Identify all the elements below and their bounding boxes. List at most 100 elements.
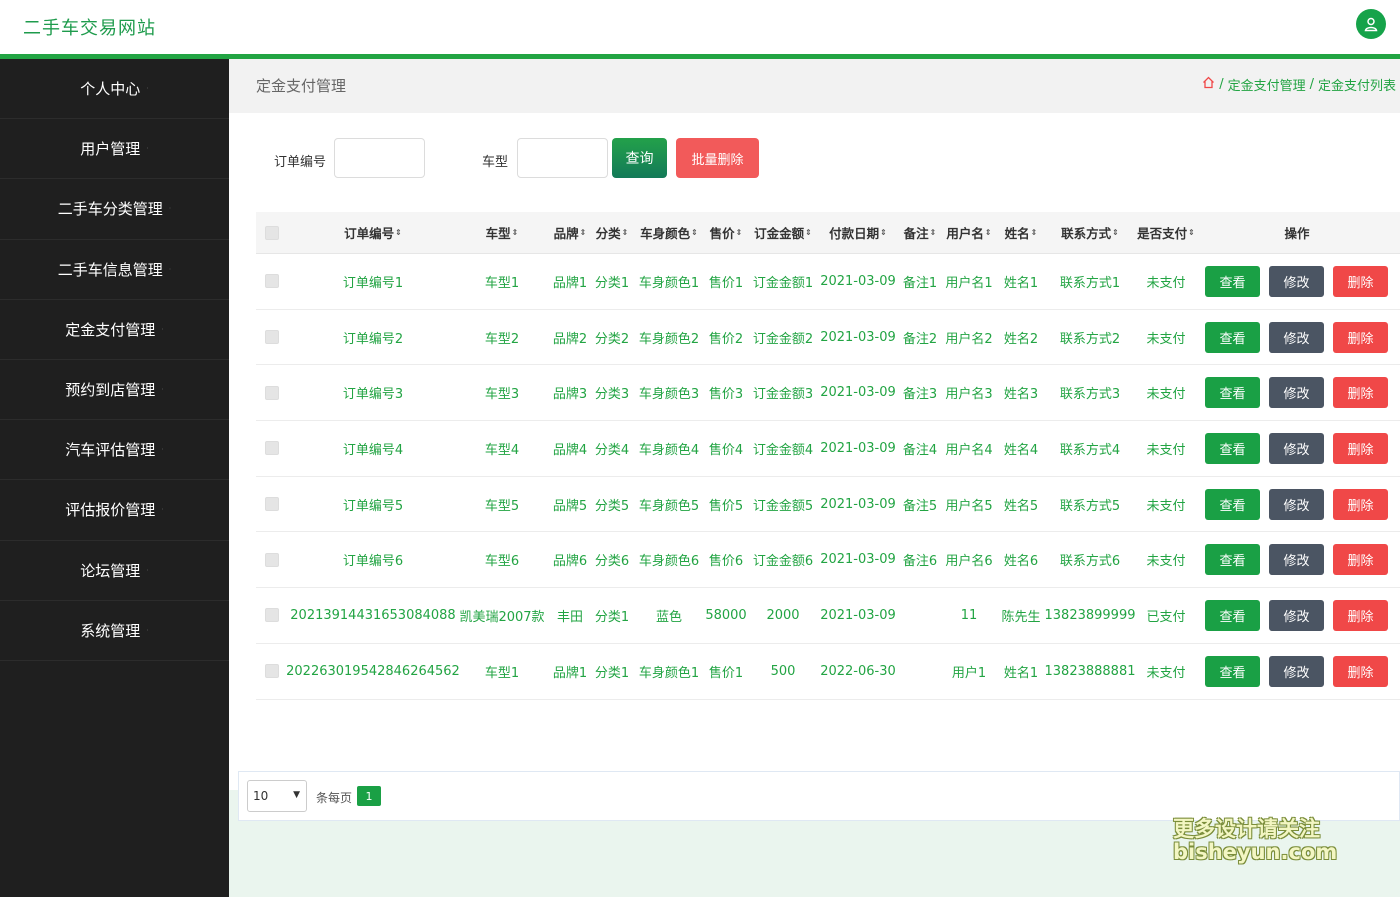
delete-button[interactable]: 删除 bbox=[1333, 600, 1388, 632]
row-checkbox[interactable] bbox=[265, 608, 279, 623]
view-button[interactable]: 查看 bbox=[1205, 433, 1260, 465]
row-checkbox[interactable] bbox=[265, 552, 279, 567]
row-checkbox[interactable] bbox=[265, 385, 279, 400]
table-cell: 车身颜色2 bbox=[638, 331, 700, 347]
sort-icon[interactable]: ⇕ bbox=[691, 228, 698, 237]
table-cell: 2021-03-09 bbox=[820, 273, 896, 289]
breadcrumb-separator: / bbox=[1219, 77, 1224, 92]
table-cell: 分类1 bbox=[594, 275, 630, 291]
user-avatar-icon[interactable] bbox=[1356, 9, 1386, 39]
sidebar-item[interactable]: 评估报价管理 · bbox=[0, 480, 229, 541]
car-model-input[interactable] bbox=[517, 138, 608, 178]
edit-button[interactable]: 修改 bbox=[1269, 544, 1324, 576]
delete-button[interactable]: 删除 bbox=[1333, 655, 1388, 687]
sort-icon[interactable]: ⇕ bbox=[736, 228, 743, 237]
view-button[interactable]: 查看 bbox=[1205, 600, 1260, 632]
view-button[interactable]: 查看 bbox=[1205, 377, 1260, 409]
table-cell: 分类6 bbox=[594, 554, 630, 570]
column-header[interactable]: 联系方式 ⇕ bbox=[1046, 212, 1134, 253]
column-header[interactable]: 是否支付 ⇕ bbox=[1134, 212, 1198, 253]
sort-icon[interactable]: ⇕ bbox=[395, 228, 402, 237]
column-header[interactable]: 分类 ⇕ bbox=[592, 212, 632, 253]
column-header[interactable]: 付款日期 ⇕ bbox=[820, 212, 896, 253]
sidebar-item[interactable]: 预约到店管理 · bbox=[0, 360, 229, 421]
car-model-label: 车型 bbox=[482, 155, 509, 170]
view-button[interactable]: 查看 bbox=[1205, 655, 1260, 687]
view-button[interactable]: 查看 bbox=[1205, 544, 1260, 576]
edit-button[interactable]: 修改 bbox=[1269, 433, 1324, 465]
sort-icon[interactable]: ⇕ bbox=[930, 228, 937, 237]
breadcrumb-item[interactable]: 定金支付列表 bbox=[1318, 75, 1396, 94]
delete-button[interactable]: 删除 bbox=[1333, 433, 1388, 465]
page-size-select[interactable]: 10 ▼ bbox=[247, 780, 307, 812]
sidebar-item[interactable]: 二手车分类管理 · bbox=[0, 179, 229, 240]
delete-button[interactable]: 删除 bbox=[1333, 321, 1388, 353]
column-header[interactable]: 用户名 ⇕ bbox=[945, 212, 993, 253]
sort-icon[interactable]: ⇕ bbox=[1188, 228, 1195, 237]
column-header[interactable]: 车身颜色 ⇕ bbox=[638, 212, 700, 253]
order-number-label: 订单编号 bbox=[274, 155, 327, 170]
sidebar-item[interactable]: 定金支付管理 · bbox=[0, 300, 229, 360]
table-row: 订单编号3 车型3 品牌3 分类3 车身颜色3 售价3 订金金额3 2021-03-09 备注3… bbox=[256, 365, 1400, 422]
table-cell: 售价1 bbox=[708, 665, 744, 681]
row-checkbox[interactable] bbox=[265, 441, 279, 456]
sidebar-item[interactable]: 用户管理 · bbox=[0, 119, 229, 180]
watermark-line: bisheyun.com bbox=[1173, 840, 1338, 865]
select-all-checkbox[interactable] bbox=[265, 225, 279, 240]
column-header-label: 备注 bbox=[903, 226, 929, 241]
table-cell: 品牌5 bbox=[552, 498, 588, 514]
sort-icon[interactable]: ⇕ bbox=[1031, 228, 1038, 237]
column-header[interactable]: 订单编号 ⇕ bbox=[288, 212, 458, 253]
sort-icon[interactable]: ⇕ bbox=[805, 228, 812, 237]
delete-button[interactable]: 删除 bbox=[1333, 544, 1388, 576]
home-icon[interactable] bbox=[1202, 76, 1215, 93]
chevron-icon: · bbox=[146, 84, 149, 94]
delete-button[interactable]: 删除 bbox=[1333, 266, 1388, 297]
breadcrumb-item[interactable]: 定金支付管理 bbox=[1228, 75, 1306, 94]
sort-icon[interactable]: ⇕ bbox=[985, 228, 992, 237]
sidebar-item[interactable]: 二手车信息管理 · bbox=[0, 240, 229, 300]
sort-icon[interactable]: ⇕ bbox=[580, 228, 587, 237]
edit-button[interactable]: 修改 bbox=[1269, 266, 1324, 297]
edit-button[interactable]: 修改 bbox=[1269, 600, 1324, 632]
query-button[interactable]: 查询 bbox=[612, 138, 667, 178]
sort-icon[interactable]: ⇕ bbox=[1112, 228, 1119, 237]
edit-button[interactable]: 修改 bbox=[1269, 488, 1324, 520]
page-number-button[interactable]: 1 bbox=[357, 786, 381, 806]
column-header[interactable]: 姓名 ⇕ bbox=[1001, 212, 1041, 253]
table-cell: 用户名6 bbox=[945, 554, 993, 570]
view-button[interactable]: 查看 bbox=[1205, 266, 1260, 297]
view-button[interactable]: 查看 bbox=[1205, 488, 1260, 520]
sort-icon[interactable]: ⇕ bbox=[622, 228, 629, 237]
row-checkbox[interactable] bbox=[265, 274, 279, 289]
delete-button[interactable]: 删除 bbox=[1333, 377, 1388, 409]
delete-button[interactable]: 删除 bbox=[1333, 488, 1388, 520]
view-button[interactable]: 查看 bbox=[1205, 321, 1260, 353]
sidebar-item[interactable]: 个人中心 · bbox=[0, 59, 229, 120]
column-header[interactable]: 订金金额 ⇕ bbox=[752, 212, 814, 253]
table-cell: 售价6 bbox=[708, 554, 744, 570]
sidebar-item[interactable]: 系统管理 · bbox=[0, 601, 229, 661]
order-number-input[interactable] bbox=[334, 138, 425, 178]
edit-button[interactable]: 修改 bbox=[1269, 321, 1324, 353]
edit-button[interactable]: 修改 bbox=[1269, 655, 1324, 687]
table-cell: 未支付 bbox=[1146, 442, 1186, 458]
column-header[interactable]: 车型 ⇕ bbox=[457, 212, 547, 253]
row-checkbox[interactable] bbox=[265, 497, 279, 512]
top-bar: 二手车交易网站 bbox=[0, 0, 1400, 54]
row-checkbox[interactable] bbox=[265, 330, 279, 345]
column-header[interactable]: 品牌 ⇕ bbox=[550, 212, 590, 253]
chevron-icon: · bbox=[146, 144, 149, 154]
row-checkbox[interactable] bbox=[265, 664, 279, 679]
sidebar-item[interactable]: 论坛管理 · bbox=[0, 541, 229, 601]
column-header[interactable]: 备注 ⇕ bbox=[901, 212, 939, 253]
table-cell: 车型3 bbox=[484, 387, 520, 403]
column-header-label: 订金金额 bbox=[754, 226, 805, 241]
sort-icon[interactable]: ⇕ bbox=[880, 228, 887, 237]
sidebar-item[interactable]: 汽车评估管理 · bbox=[0, 420, 229, 481]
edit-button[interactable]: 修改 bbox=[1269, 377, 1324, 409]
sort-icon[interactable]: ⇕ bbox=[512, 228, 519, 237]
column-header-label: 联系方式 bbox=[1061, 226, 1112, 241]
column-header[interactable]: 售价 ⇕ bbox=[706, 212, 746, 253]
batch-delete-button[interactable]: 批量删除 bbox=[676, 138, 759, 178]
